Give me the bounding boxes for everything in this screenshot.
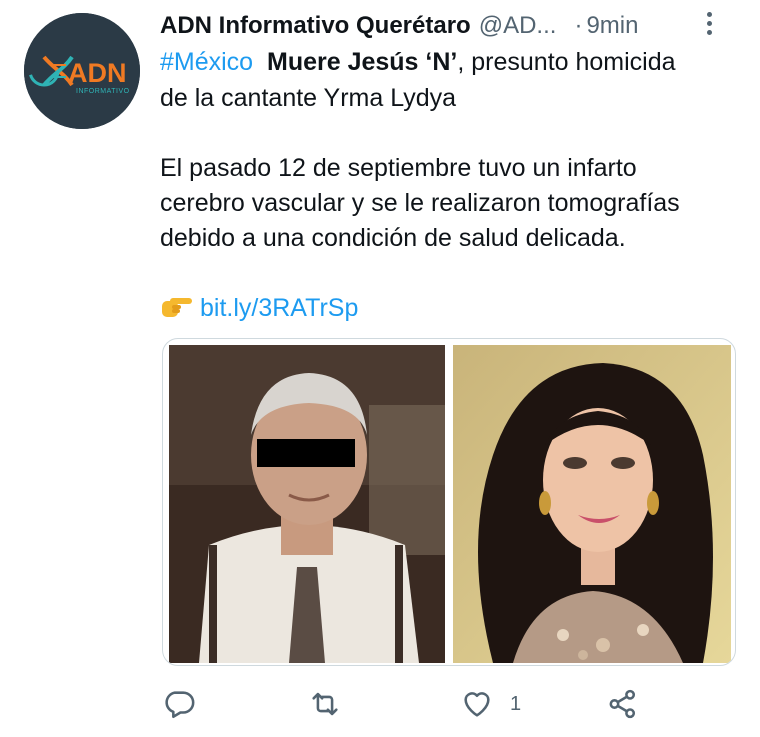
share-icon (609, 689, 636, 719)
body-line-3: debido a una condición de salud delicada… (160, 224, 626, 252)
more-options-icon[interactable] (704, 8, 714, 44)
body-line-2: cerebro vascular y se le realizaron tomo… (160, 189, 680, 217)
tweet-actions: 1 (160, 684, 750, 724)
tweet-header: ADN Informativo Querétaro @AD... · 9min (160, 8, 750, 44)
headline-rest: , presunto homicida (457, 48, 676, 76)
like-count: 1 (510, 692, 522, 715)
reply-button[interactable] (162, 684, 196, 724)
photo-woman[interactable] (453, 345, 731, 663)
like-button[interactable]: 1 (460, 684, 521, 724)
woman-photo-illustration (453, 345, 731, 663)
avatar[interactable]: ADN INFORMATIVO (24, 13, 140, 129)
pointing-hand-icon (162, 298, 192, 317)
man-photo-illustration (169, 345, 445, 663)
reply-icon (165, 691, 195, 719)
author-handle[interactable]: @AD... (479, 12, 557, 40)
adn-logo-icon: ADN INFORMATIVO (24, 13, 140, 129)
retweet-button[interactable] (308, 684, 342, 724)
avatar-logo-subtext: INFORMATIVO (76, 88, 130, 95)
heart-icon (464, 692, 490, 717)
headline-line-2: de la cantante Yrma Lydya (160, 84, 457, 112)
retweet-icon (312, 692, 338, 716)
short-link[interactable]: bit.ly/3RATrSp (200, 294, 358, 322)
tweet-text-line: #México Muere Jesús ‘N’, presunto homici… (160, 44, 676, 80)
hashtag-link[interactable]: #México (160, 48, 253, 76)
body-line-1: El pasado 12 de septiembre tuvo un infar… (160, 154, 637, 182)
author-name[interactable]: ADN Informativo Querétaro (160, 12, 471, 40)
media-attachment[interactable] (162, 338, 736, 666)
tweet-timestamp[interactable]: 9min (586, 12, 638, 40)
photo-man[interactable] (169, 345, 445, 663)
link-line: bit.ly/3RATrSp (160, 290, 358, 326)
headline-bold: Muere Jesús ‘N’ (267, 48, 458, 76)
avatar-logo-text: ADN (68, 58, 127, 88)
separator-dot: · (574, 12, 583, 39)
share-button[interactable] (606, 684, 640, 724)
